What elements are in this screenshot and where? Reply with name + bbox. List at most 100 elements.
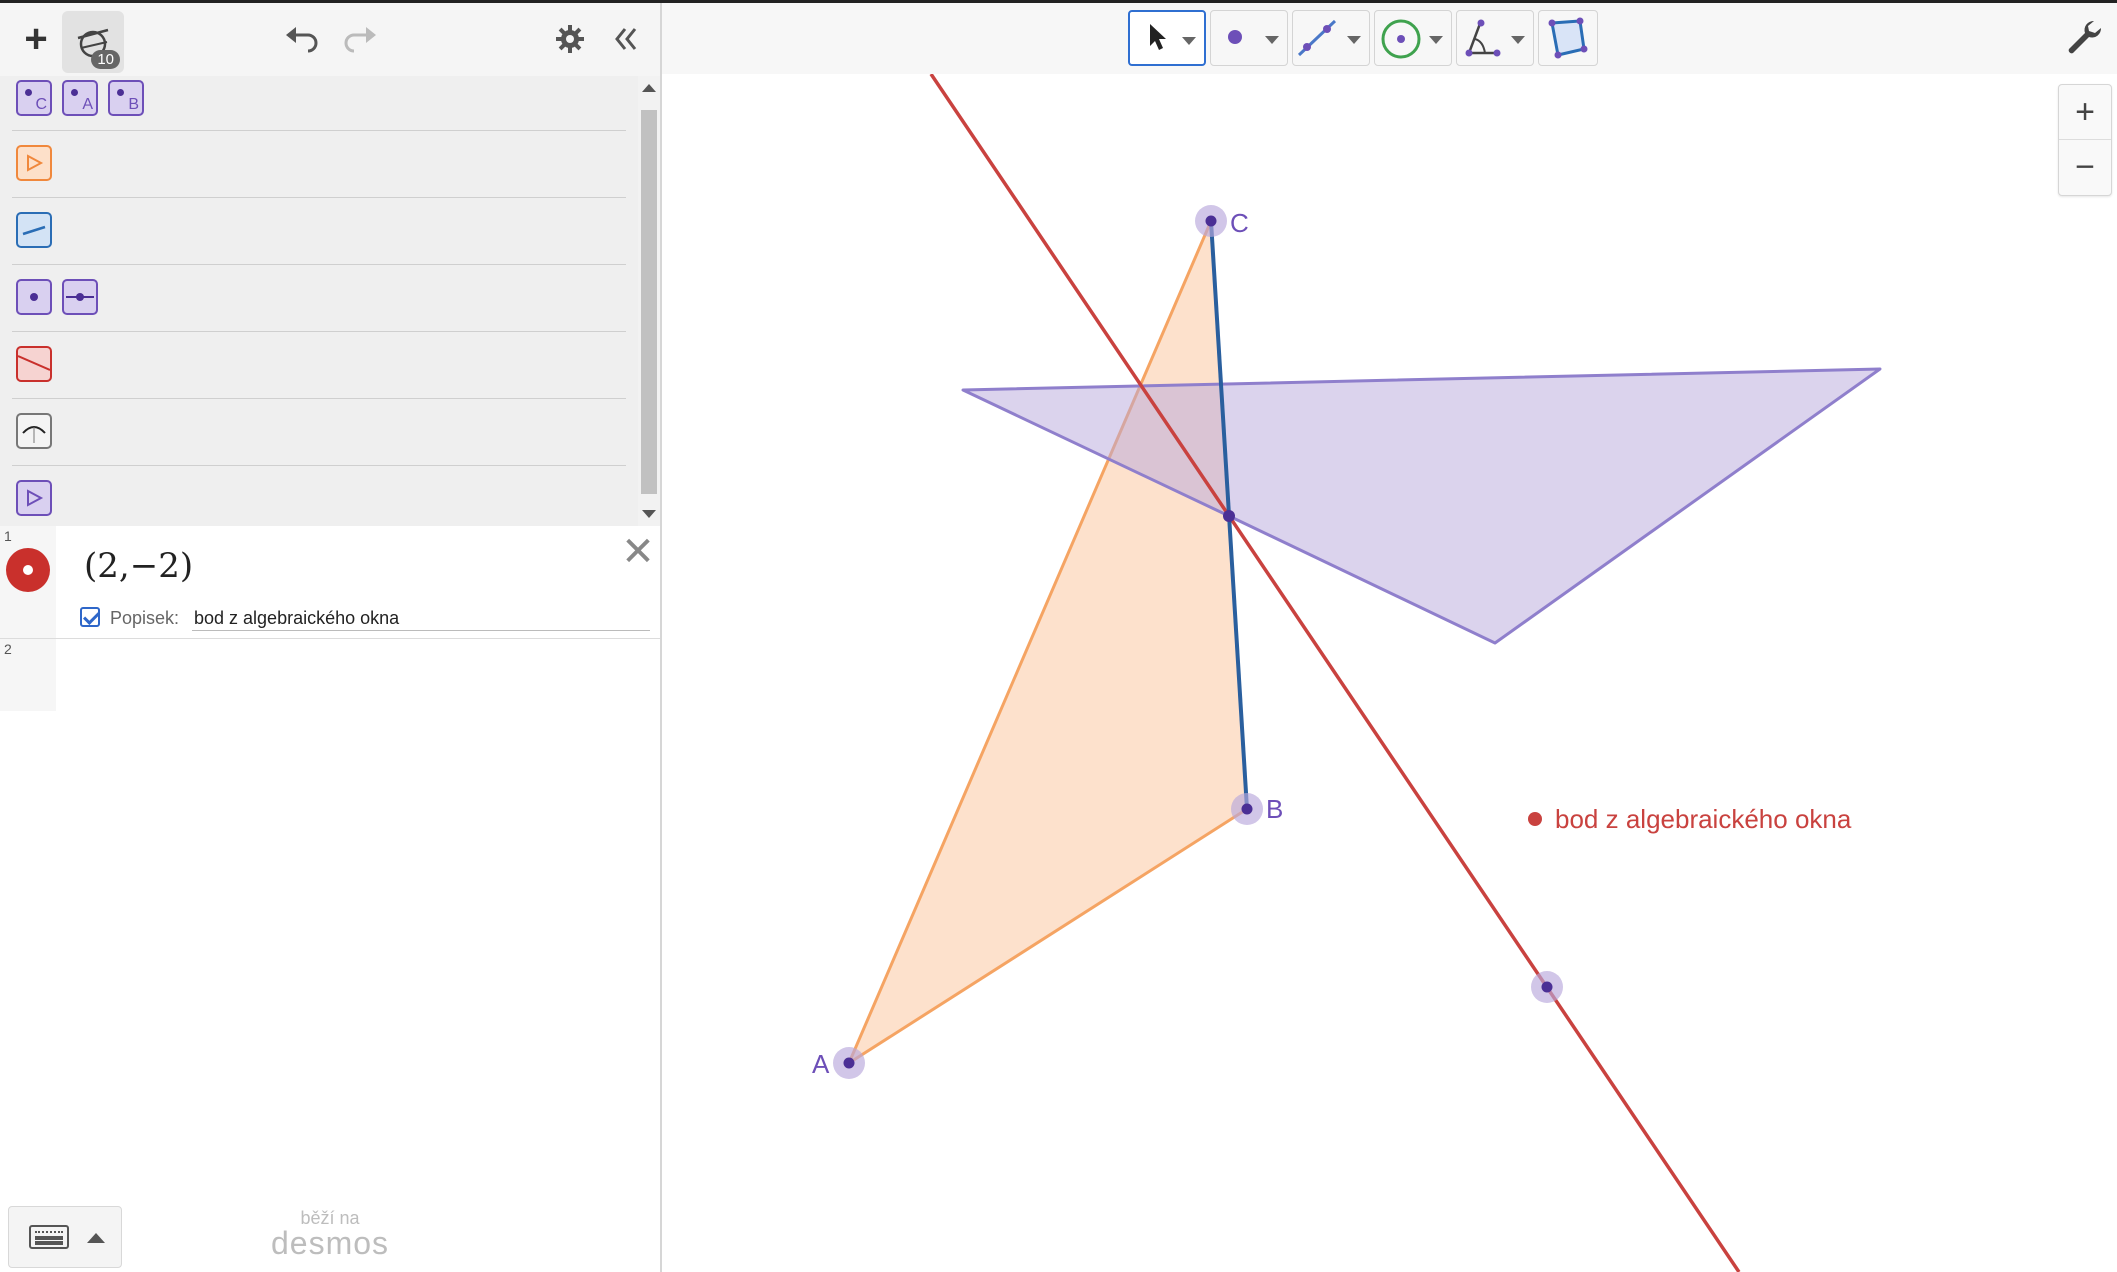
- scroll-up-arrow[interactable]: [642, 84, 656, 92]
- redo-icon: [344, 27, 376, 53]
- segment-tool[interactable]: [16, 212, 52, 248]
- point-b[interactable]: [1241, 803, 1253, 815]
- point-a[interactable]: [843, 1057, 855, 1069]
- app-root: + 10 C A B 1 (2,−2) ✕ Popisek: bod z alg…: [0, 0, 2117, 1272]
- point-on-object-tool[interactable]: [62, 279, 98, 315]
- row-number: 2: [4, 641, 12, 657]
- row-gutter: 1: [0, 526, 56, 638]
- segment-icon: [22, 225, 46, 236]
- label-a: A: [812, 1049, 830, 1079]
- cursor-arrow-icon: [1150, 24, 1166, 50]
- tool-catalog: C A B: [0, 76, 660, 526]
- catalog-scrollbar[interactable]: [638, 76, 660, 526]
- point-on-line-icon: [66, 293, 94, 301]
- polygon-tool[interactable]: [16, 145, 52, 181]
- collapse-panel-button[interactable]: [602, 17, 650, 61]
- chevron-down-icon: [1265, 36, 1279, 44]
- zoom-in-button[interactable]: +: [2059, 85, 2111, 140]
- construction-tools-button[interactable]: 10: [62, 11, 124, 73]
- label-c: C: [1230, 208, 1249, 238]
- algebra-input-row[interactable]: 2: [0, 639, 660, 711]
- delete-row-button[interactable]: ✕: [620, 532, 656, 572]
- point-a-tool[interactable]: A: [62, 80, 98, 116]
- visibility-toggle[interactable]: [6, 548, 50, 592]
- catalog-row-polygon-purple: [12, 466, 626, 526]
- catalog-row-line: [12, 332, 626, 399]
- desmos-logo: desmos: [270, 1225, 390, 1261]
- undo-button[interactable]: [280, 17, 324, 61]
- point-on-line[interactable]: [1541, 981, 1553, 993]
- scroll-thumb[interactable]: [641, 110, 657, 494]
- catalog-row-segment: [12, 198, 626, 265]
- keyboard-icon: [29, 1225, 69, 1249]
- scroll-down-arrow[interactable]: [642, 510, 656, 518]
- circle-tool-button[interactable]: [1374, 10, 1452, 66]
- wrench-icon: [2068, 20, 2102, 54]
- line-icon: [17, 355, 51, 371]
- tool-letter: B: [128, 96, 139, 113]
- chevron-down-icon: [1182, 37, 1196, 45]
- point-tool-button[interactable]: [1210, 10, 1288, 66]
- move-tool-button[interactable]: [1128, 10, 1206, 66]
- caption-input[interactable]: bod z algebraického okna: [192, 604, 650, 631]
- point-c[interactable]: [1205, 215, 1217, 227]
- construction-count-badge: 10: [91, 50, 120, 69]
- caption-setting: Popisek: bod z algebraického okna: [80, 604, 650, 632]
- graphics-canvas[interactable]: A B C bod z algebraického okna: [662, 74, 2117, 1272]
- line-tool[interactable]: [16, 346, 52, 382]
- circle-icon: [1381, 19, 1421, 59]
- label-b: B: [1266, 794, 1283, 824]
- line-tool-button[interactable]: [1292, 10, 1370, 66]
- catalog-row-points: C A B: [12, 76, 626, 131]
- catalog-row-angle: [12, 399, 626, 466]
- powered-by: běží na desmos: [270, 1208, 390, 1262]
- expression-input[interactable]: (2,−2): [84, 546, 193, 586]
- undo-icon: [286, 27, 318, 53]
- polygon-purple-tool[interactable]: [16, 480, 52, 516]
- tool-letter: A: [82, 96, 93, 113]
- point-c-tool[interactable]: C: [16, 80, 52, 116]
- algebra-panel: + 10 C A B 1 (2,−2) ✕ Popisek: bod z alg…: [0, 3, 662, 1272]
- wrench-settings-button[interactable]: [2064, 17, 2108, 61]
- double-chevron-left-icon: [615, 28, 637, 50]
- row-number: 1: [4, 528, 12, 544]
- add-item-button[interactable]: +: [14, 17, 58, 61]
- arc-icon: [22, 426, 46, 443]
- keyboard-toggle-button[interactable]: [8, 1206, 122, 1268]
- angle-icon: [1465, 19, 1501, 57]
- algebra-row[interactable]: 1 (2,−2) ✕ Popisek: bod z algebraického …: [0, 526, 660, 639]
- intersection-point[interactable]: [1223, 510, 1235, 522]
- redo-button[interactable]: [338, 17, 382, 61]
- arc-tool[interactable]: [16, 413, 52, 449]
- catalog-row-polygon-orange: [12, 131, 626, 198]
- polygon-icon: [1548, 17, 1588, 59]
- point-icon: [71, 89, 78, 96]
- point-b-tool[interactable]: B: [108, 80, 144, 116]
- chevron-down-icon: [1347, 36, 1361, 44]
- angle-tool-button[interactable]: [1456, 10, 1534, 66]
- triangle-icon: [27, 154, 44, 172]
- triangle-icon: [27, 489, 44, 507]
- point-icon: [1228, 30, 1242, 44]
- zoom-controls: + −: [2058, 84, 2112, 196]
- tool-letter: C: [35, 96, 47, 113]
- red-point-caption: bod z algebraického okna: [1555, 804, 1852, 834]
- catalog-row-intersection: [12, 265, 626, 332]
- triangle-abc[interactable]: [847, 219, 1249, 1065]
- line-icon: [1297, 19, 1337, 57]
- tool-toolbar: [662, 3, 2117, 75]
- row-gutter: 2: [0, 639, 56, 711]
- red-point[interactable]: [1528, 812, 1542, 826]
- polygon-tool-button[interactable]: [1538, 10, 1598, 66]
- graphics-view[interactable]: A B C bod z algebraického okna: [662, 74, 2117, 1272]
- point-tool[interactable]: [16, 279, 52, 315]
- chevron-down-icon: [1511, 36, 1525, 44]
- caption-label: Popisek:: [110, 608, 180, 628]
- chevron-down-icon: [1429, 36, 1443, 44]
- point-icon: [25, 89, 32, 96]
- zoom-out-button[interactable]: −: [2059, 140, 2111, 194]
- point-icon: [117, 89, 124, 96]
- gear-icon: [556, 25, 584, 53]
- settings-button[interactable]: [548, 17, 592, 61]
- caption-checkbox[interactable]: [80, 607, 100, 627]
